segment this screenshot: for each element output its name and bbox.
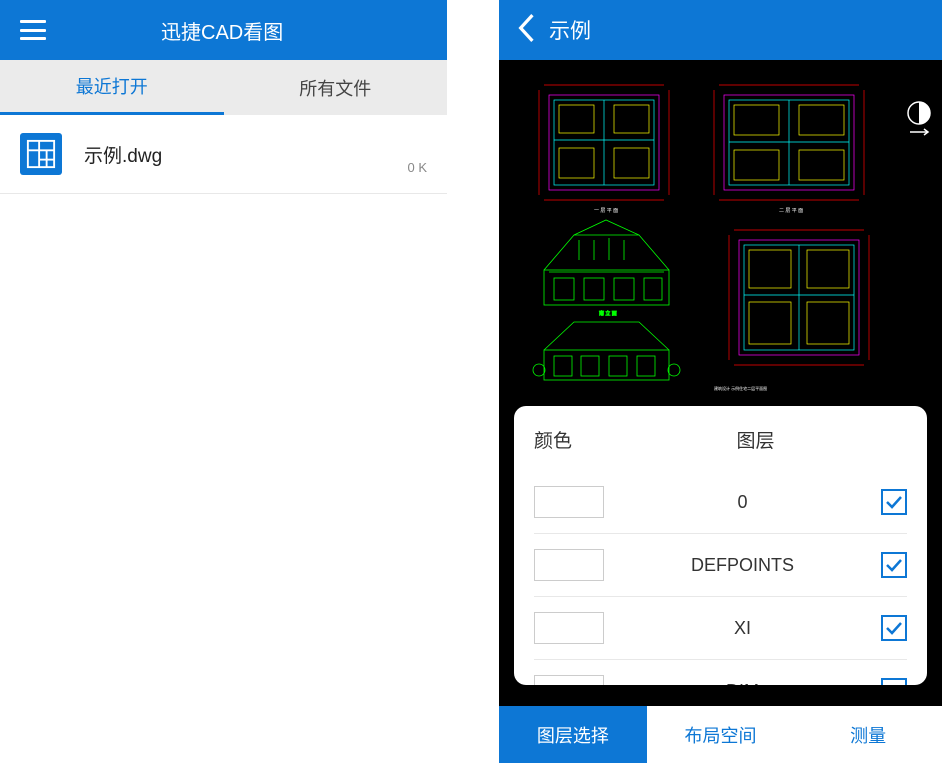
file-tabs: 最近打开 所有文件 [0,60,447,115]
layer-panel: 颜色 图层 0 DEFPOINTS XI D [514,406,927,685]
svg-text:建筑设计 示例住宅二层平面图: 建筑设计 示例住宅二层平面图 [714,385,767,391]
layer-row: DIM [534,660,907,685]
color-swatch[interactable] [534,612,604,644]
right-phone-screen: 示例 一 层 平 面 [499,0,942,763]
layer-row: XI [534,597,907,660]
bottom-tab-layers[interactable]: 图层选择 [499,706,647,763]
layer-row: 0 [534,471,907,534]
left-header: 迅捷CAD看图 [0,0,447,60]
layer-visibility-checkbox[interactable] [881,489,907,515]
layer-panel-header: 颜色 图层 [534,426,907,453]
compass-icon [906,100,932,138]
file-list-item[interactable]: 示例.dwg 0 K [0,115,447,194]
layer-visibility-checkbox[interactable] [881,678,907,685]
bottom-tab-layout[interactable]: 布局空间 [647,706,795,763]
tab-recent[interactable]: 最近打开 [0,60,224,115]
color-swatch[interactable] [534,486,604,518]
dwg-file-icon [20,133,62,175]
menu-icon[interactable] [20,20,46,40]
layer-visibility-checkbox[interactable] [881,615,907,641]
svg-text:二 层 平 面: 二 层 平 面 [779,208,803,214]
column-color-label: 颜色 [534,426,634,453]
cad-viewport[interactable]: 一 层 平 面 二 层 平 面 [499,60,942,400]
svg-text:一 层 平 面: 一 层 平 面 [594,208,618,214]
panel-tail-icon [564,683,588,685]
svg-text:南 立 面: 南 立 面 [599,310,617,317]
bottom-tab-measure[interactable]: 测量 [794,706,942,763]
left-phone-screen: 迅捷CAD看图 最近打开 所有文件 示例.dwg 0 K [0,0,447,763]
layer-name-label: DEFPOINTS [604,555,881,576]
cad-drawing: 一 层 平 面 二 层 平 面 [499,60,942,400]
file-name-label: 示例.dwg [84,141,407,168]
back-button[interactable] [517,13,535,48]
layer-row: DEFPOINTS [534,534,907,597]
layer-name-label: DIM [604,681,881,686]
layer-name-label: XI [604,618,881,639]
tab-all[interactable]: 所有文件 [224,60,448,115]
bottom-toolbar: 图层选择 布局空间 测量 [499,706,942,763]
column-layer-label: 图层 [634,426,877,453]
layer-visibility-checkbox[interactable] [881,552,907,578]
drawing-title: 示例 [549,15,591,45]
right-header: 示例 [499,0,942,60]
app-title: 迅捷CAD看图 [161,16,283,45]
layer-name-label: 0 [604,492,881,513]
file-size-label: 0 K [407,160,427,175]
color-swatch[interactable] [534,549,604,581]
